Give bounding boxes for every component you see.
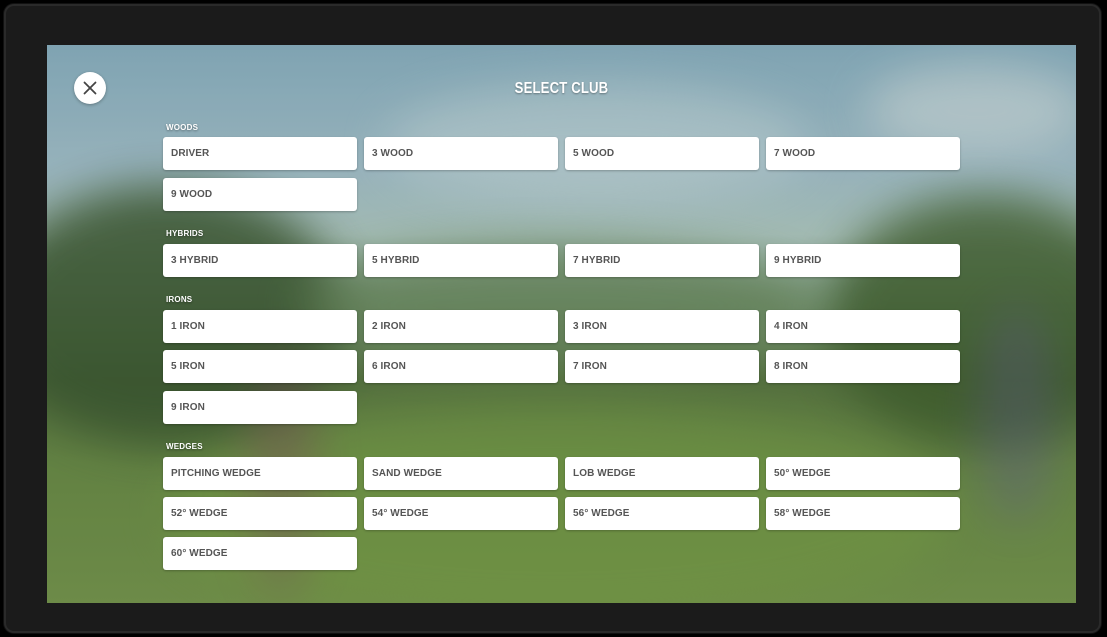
page-title: SELECT CLUB	[514, 80, 609, 97]
club-button-3-wood[interactable]: 3 WOOD	[364, 137, 558, 170]
club-button-5-wood[interactable]: 5 WOOD	[565, 137, 759, 170]
club-button-1-iron[interactable]: 1 IRON	[163, 310, 357, 343]
section-label-irons: IRONS	[166, 295, 193, 304]
device-frame: SELECT CLUB WOODS DRIVER 3 WOOD 5 WOOD 7…	[4, 4, 1101, 633]
club-button-2-iron[interactable]: 2 IRON	[364, 310, 558, 343]
section-label-wedges: WEDGES	[166, 442, 203, 451]
club-button-5-iron[interactable]: 5 IRON	[163, 350, 357, 383]
club-button-lob-wedge[interactable]: LOB WEDGE	[565, 457, 759, 490]
club-button-8-iron[interactable]: 8 IRON	[766, 350, 960, 383]
club-button-50-wedge[interactable]: 50° WEDGE	[766, 457, 960, 490]
close-icon	[83, 81, 97, 95]
club-button-9-hybrid[interactable]: 9 HYBRID	[766, 244, 960, 277]
game-screen: SELECT CLUB WOODS DRIVER 3 WOOD 5 WOOD 7…	[47, 45, 1076, 603]
club-button-5-hybrid[interactable]: 5 HYBRID	[364, 244, 558, 277]
club-button-54-wedge[interactable]: 54° WEDGE	[364, 497, 558, 530]
club-button-pitching-wedge[interactable]: PITCHING WEDGE	[163, 457, 357, 490]
section-label-woods: WOODS	[166, 123, 199, 132]
club-button-52-wedge[interactable]: 52° WEDGE	[163, 497, 357, 530]
club-button-56-wedge[interactable]: 56° WEDGE	[565, 497, 759, 530]
club-button-9-wood[interactable]: 9 WOOD	[163, 178, 357, 211]
section-label-hybrids: HYBRIDS	[166, 229, 204, 238]
club-button-7-iron[interactable]: 7 IRON	[565, 350, 759, 383]
club-button-sand-wedge[interactable]: SAND WEDGE	[364, 457, 558, 490]
club-button-3-iron[interactable]: 3 IRON	[565, 310, 759, 343]
club-button-7-hybrid[interactable]: 7 HYBRID	[565, 244, 759, 277]
club-button-58-wedge[interactable]: 58° WEDGE	[766, 497, 960, 530]
club-button-3-hybrid[interactable]: 3 HYBRID	[163, 244, 357, 277]
club-button-60-wedge[interactable]: 60° WEDGE	[163, 537, 357, 570]
club-button-6-iron[interactable]: 6 IRON	[364, 350, 558, 383]
club-button-7-wood[interactable]: 7 WOOD	[766, 137, 960, 170]
club-button-9-iron[interactable]: 9 IRON	[163, 391, 357, 424]
close-button[interactable]	[74, 72, 106, 104]
club-button-4-iron[interactable]: 4 IRON	[766, 310, 960, 343]
club-button-driver[interactable]: DRIVER	[163, 137, 357, 170]
